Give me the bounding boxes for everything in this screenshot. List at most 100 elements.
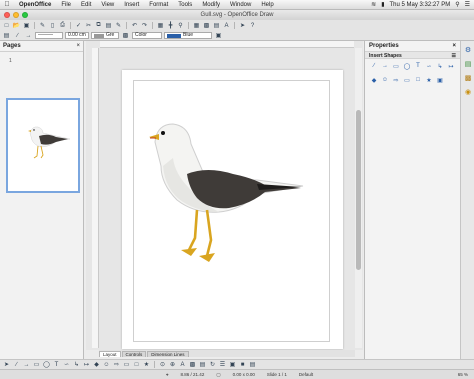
menu-view[interactable]: View	[96, 2, 119, 8]
connector-tool-icon[interactable]: ↳	[435, 62, 445, 70]
scrollbar-thumb[interactable]	[356, 110, 361, 270]
menu-help[interactable]: Help	[256, 2, 278, 8]
edit-file-icon[interactable]: ✎	[38, 22, 47, 30]
block-arrows-icon[interactable]: ⇨	[391, 76, 401, 84]
menu-file[interactable]: File	[56, 2, 76, 8]
menu-edit[interactable]: Edit	[76, 2, 96, 8]
glue-points-icon[interactable]: ⊕	[168, 361, 177, 369]
minimize-window-button[interactable]	[13, 12, 19, 18]
callouts-icon[interactable]: □	[132, 361, 141, 369]
flowchart-icon[interactable]: ▭	[122, 361, 131, 369]
3d-objects-icon[interactable]: ▣	[435, 76, 445, 84]
navigator-deck-icon[interactable]: ◉	[463, 87, 473, 97]
apple-icon[interactable]: 	[0, 1, 14, 8]
tab-dimension-lines[interactable]: Dimension Lines	[147, 351, 189, 357]
points-icon[interactable]: ⊙	[158, 361, 167, 369]
stars-icon[interactable]: ★	[424, 76, 434, 84]
line-ends-arrow-icon[interactable]: →	[22, 361, 31, 369]
tab-layout[interactable]: Layout	[99, 351, 121, 357]
wifi-icon[interactable]: ≋	[371, 1, 376, 8]
print-icon[interactable]: ⎙	[58, 22, 67, 30]
line-width-field[interactable]: 0.00 cm	[65, 32, 89, 39]
menu-format[interactable]: Format	[144, 2, 173, 8]
copy-icon[interactable]: ⧉	[94, 22, 103, 30]
undo-icon[interactable]: ↶	[130, 22, 139, 30]
grid-icon[interactable]: ▦	[156, 22, 165, 30]
alignment-icon[interactable]: ☰	[218, 361, 227, 369]
section-more-icon[interactable]: ☰	[452, 53, 456, 59]
area-style-select[interactable]: Color	[132, 32, 162, 39]
tab-controls[interactable]: Controls	[121, 351, 147, 357]
basic-shapes-icon[interactable]: ◆	[92, 361, 101, 369]
basic-shapes-icon[interactable]: ◆	[369, 76, 379, 84]
text-tool-icon[interactable]: T	[52, 361, 61, 369]
line-tool-icon[interactable]: ∕	[12, 361, 21, 369]
lines-arrows-icon[interactable]: ↦	[82, 361, 91, 369]
gallery-icon[interactable]: ▤	[198, 361, 207, 369]
menu-window[interactable]: Window	[225, 2, 256, 8]
paste-icon[interactable]: ▤	[104, 22, 113, 30]
fontwork-icon[interactable]: A	[222, 22, 231, 30]
clone-formatting-icon[interactable]: ✎	[114, 22, 123, 30]
block-arrows-icon[interactable]: ⇨	[112, 361, 121, 369]
rotate-icon[interactable]: ↻	[208, 361, 217, 369]
list-icon[interactable]: ☰	[465, 1, 470, 8]
line-tool-icon[interactable]: ∕	[369, 62, 379, 70]
callouts-icon[interactable]: □	[413, 76, 423, 84]
stars-icon[interactable]: ★	[142, 361, 151, 369]
styles-deck-icon[interactable]: ▤	[463, 59, 473, 69]
open-icon[interactable]: 📂	[12, 22, 21, 30]
helplines-icon[interactable]: ╋	[166, 22, 175, 30]
ellipse-tool-icon[interactable]: ◯	[402, 62, 412, 70]
table-icon[interactable]: ▦	[192, 22, 201, 30]
symbol-shapes-icon[interactable]: ☺	[380, 76, 390, 84]
from-file-icon[interactable]: ▩	[188, 361, 197, 369]
zoom-window-button[interactable]	[22, 12, 28, 18]
shadow-icon[interactable]: ▣	[214, 32, 223, 40]
flowchart-icon[interactable]: ▭	[402, 76, 412, 84]
clock[interactable]: Thu 5 May 3:32:27 PM	[390, 2, 451, 8]
area-icon[interactable]: ▩	[121, 32, 130, 40]
line-icon[interactable]: ∕	[13, 32, 22, 40]
navigator-icon[interactable]: ➤	[238, 22, 247, 30]
ellipse-tool-icon[interactable]: ◯	[42, 361, 51, 369]
spellcheck-icon[interactable]: ✓	[74, 22, 83, 30]
connector-tool-icon[interactable]: ↳	[72, 361, 81, 369]
fontwork-gallery-icon[interactable]: A	[178, 361, 187, 369]
shadow-toggle-icon[interactable]: ■	[238, 361, 247, 369]
text-tool-icon[interactable]: T	[413, 62, 423, 70]
vertical-ruler[interactable]	[92, 48, 99, 348]
help-icon[interactable]: ?	[248, 22, 257, 30]
new-document-icon[interactable]: □	[2, 22, 11, 30]
close-icon[interactable]: ×	[76, 43, 80, 49]
page-thumbnail[interactable]	[6, 98, 80, 193]
arrow-tool-icon[interactable]: →	[380, 62, 390, 70]
menu-modify[interactable]: Modify	[197, 2, 225, 8]
select-tool-icon[interactable]: ➤	[2, 361, 11, 369]
rectangle-tool-icon[interactable]: ▭	[32, 361, 41, 369]
arrange-icon[interactable]: ▣	[228, 361, 237, 369]
gallery-deck-icon[interactable]: ▩	[463, 73, 473, 83]
line-style-select[interactable]: ———	[35, 32, 63, 39]
rectangle-tool-icon[interactable]: ▭	[391, 62, 401, 70]
line-color-select[interactable]: Gre	[91, 32, 119, 39]
insert-shapes-section-header[interactable]: Insert Shapes ☰	[365, 51, 460, 59]
search-icon[interactable]: ⚲	[455, 1, 459, 8]
redo-icon[interactable]: ↷	[140, 22, 149, 30]
zoom-level[interactable]: 65 %	[452, 372, 474, 377]
styles-icon[interactable]: ▤	[2, 32, 11, 40]
properties-deck-icon[interactable]: ⚙	[463, 45, 473, 55]
toggle-extrusion-icon[interactable]: ▤	[248, 361, 257, 369]
curve-tool-icon[interactable]: ∽	[424, 62, 434, 70]
cut-icon[interactable]: ✂	[84, 22, 93, 30]
menu-app[interactable]: OpenOffice	[14, 2, 56, 8]
image-icon[interactable]: ▩	[202, 22, 211, 30]
menu-insert[interactable]: Insert	[119, 2, 144, 8]
vertical-scrollbar[interactable]	[355, 48, 362, 348]
chart-icon[interactable]: ▤	[212, 22, 221, 30]
export-pdf-icon[interactable]: ▯	[48, 22, 57, 30]
curve-tool-icon[interactable]: ∽	[62, 361, 71, 369]
close-window-button[interactable]	[4, 12, 10, 18]
symbol-shapes-icon[interactable]: ☺	[102, 361, 111, 369]
save-icon[interactable]: ▣	[22, 22, 31, 30]
